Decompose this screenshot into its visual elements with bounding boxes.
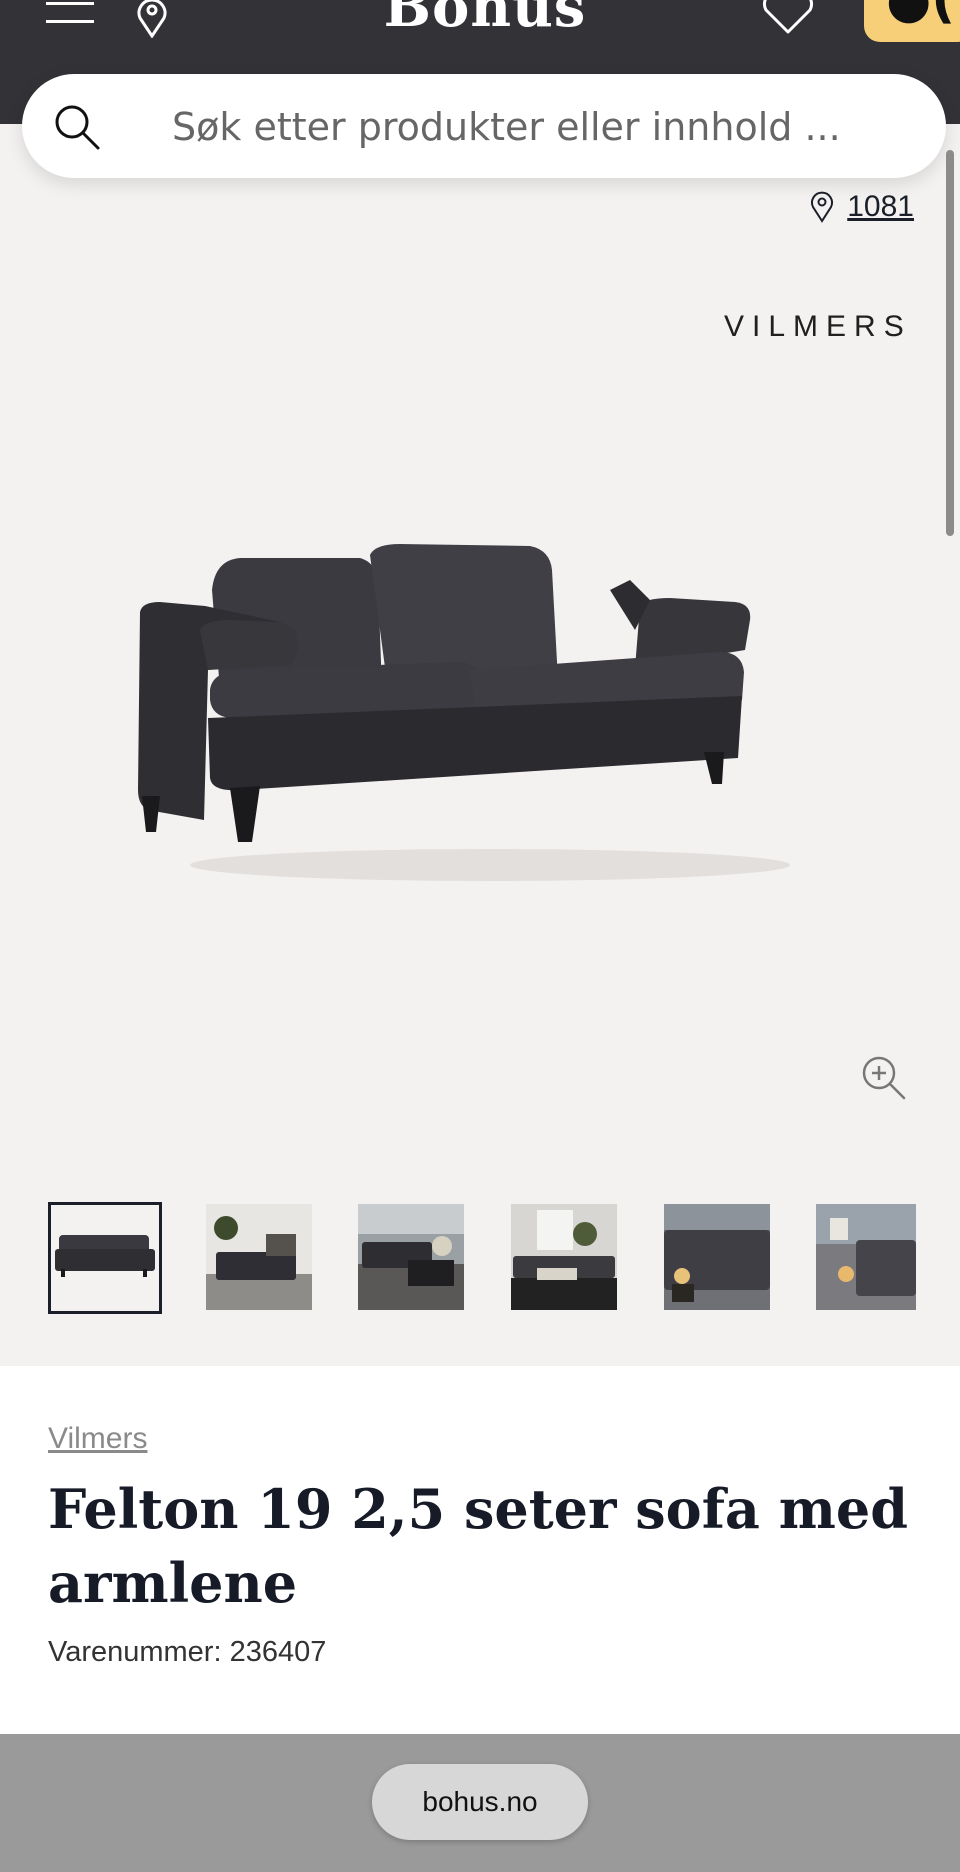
store-code-link[interactable]: 1081 (847, 190, 914, 224)
thumbnail-sofa-image (55, 1235, 155, 1277)
sku-label: Varenummer: (48, 1636, 230, 1668)
search-icon[interactable] (52, 102, 102, 152)
cart-button[interactable]: ●( (864, 0, 960, 42)
location-pin-icon[interactable] (130, 0, 174, 38)
bonus-logo[interactable]: Bonus (380, 0, 590, 40)
store-selector[interactable]: 1081 (809, 190, 914, 224)
search-input[interactable] (170, 96, 894, 158)
thumbnail-3[interactable] (358, 1204, 464, 1310)
brand-link[interactable]: Vilmers (48, 1422, 147, 1456)
thumbnail-strip (48, 1202, 960, 1316)
brand-logo-overlay: VILMERS (724, 310, 912, 343)
url-bar[interactable]: bohus.no (372, 1764, 588, 1840)
thumbnail-2[interactable] (206, 1204, 312, 1310)
product-title: Felton 19 2,5 seter sofa med armlene (48, 1477, 908, 1615)
product-info: Vilmers Felton 19 2,5 seter sofa med arm… (0, 1366, 960, 1736)
browser-bottom-bar: bohus.no (0, 1734, 960, 1872)
zoom-in-icon[interactable] (860, 1054, 906, 1100)
heart-icon[interactable] (762, 0, 814, 34)
thumbnail-1[interactable] (48, 1202, 162, 1314)
thumbnail-room-image (206, 1204, 312, 1310)
thumbnail-room-image (511, 1204, 617, 1310)
thumbnail-6[interactable] (816, 1204, 916, 1310)
thumbnail-5[interactable] (664, 1204, 770, 1310)
product-main-image[interactable] (130, 540, 830, 900)
store-pin-icon (811, 191, 834, 223)
menu-icon[interactable] (46, 0, 94, 30)
thumbnail-4[interactable] (511, 1204, 617, 1310)
thumbnail-room-image (816, 1204, 916, 1310)
sku-line: Varenummer: 236407 (48, 1636, 326, 1669)
scroll-indicator[interactable] (946, 150, 954, 536)
thumbnail-room-image (664, 1204, 770, 1310)
search-bar[interactable] (22, 74, 946, 178)
sku-value: 236407 (229, 1636, 327, 1668)
thumbnail-room-image (358, 1204, 464, 1310)
cart-icon: ●( (886, 0, 956, 30)
